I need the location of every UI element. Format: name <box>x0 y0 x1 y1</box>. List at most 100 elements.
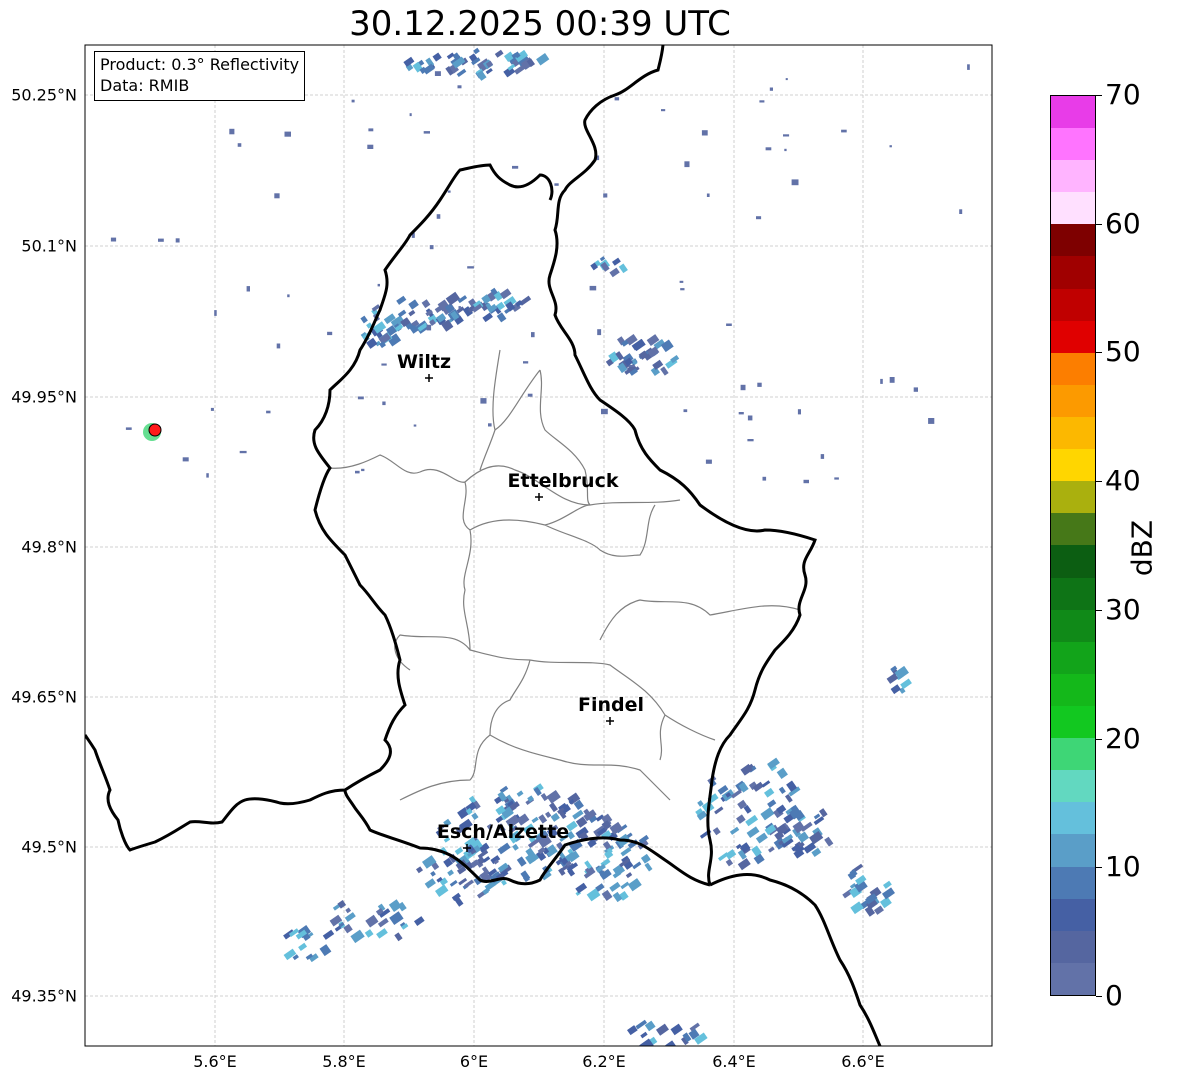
colorbar-label: dBZ <box>1125 519 1159 577</box>
colorbar-segment <box>1051 160 1095 193</box>
echo-speckle <box>762 476 767 481</box>
echo-speckle <box>726 323 732 326</box>
colorbar-segment <box>1051 481 1095 514</box>
colorbar-tick-mark <box>1096 738 1102 740</box>
echo-speckle <box>512 165 519 169</box>
echo-speckle <box>803 479 809 484</box>
colorbar-tick-label: 60 <box>1105 206 1141 240</box>
city-label-esch-alzette: Esch/Alzette <box>436 821 570 843</box>
lon-label-6-4: 6.4°E <box>712 1052 756 1071</box>
city-label-ettelbruck: Ettelbruck <box>507 470 619 492</box>
echo-speckle <box>210 407 214 411</box>
echo-speckle <box>110 237 117 242</box>
colorbar-segment <box>1051 128 1095 161</box>
radar-site-marker <box>148 423 162 437</box>
colorbar-segment <box>1051 513 1095 546</box>
colorbar-segment <box>1051 192 1095 225</box>
lat-label-49-8: 49.8°N <box>21 537 77 557</box>
echo-speckle <box>820 454 825 459</box>
colorbar-segment <box>1051 834 1095 867</box>
colorbar-tick-mark <box>1096 95 1102 96</box>
echo-speckle <box>683 409 688 413</box>
colorbar-segment <box>1051 95 1095 129</box>
echo-speckle <box>287 294 290 298</box>
colorbar-tick-mark <box>1096 223 1102 225</box>
echo-speckle <box>756 216 762 220</box>
echo-speckle <box>447 190 451 193</box>
echo-speckle <box>527 393 533 397</box>
echo-speckle <box>603 193 608 198</box>
echo-speckle <box>783 134 790 137</box>
echo-speckle <box>684 161 690 168</box>
colorbar-segment <box>1051 706 1095 739</box>
echo-speckle <box>381 363 387 366</box>
colorbar-segment <box>1051 384 1095 418</box>
colorbar-segment <box>1051 224 1095 257</box>
colorbar-tick-mark <box>1096 867 1102 869</box>
echo-speckle <box>409 113 412 117</box>
echo-speckle <box>125 427 132 430</box>
echo-speckle <box>706 193 710 197</box>
colorbar-segment <box>1051 417 1095 450</box>
colorbar-segment <box>1051 352 1095 385</box>
lon-label-5-8: 5.8°E <box>322 1052 366 1071</box>
city-label-wiltz: Wiltz <box>396 351 452 373</box>
echo-speckle <box>246 286 250 292</box>
echo-speckle <box>628 364 635 367</box>
echo-speckle <box>274 193 280 199</box>
echo-speckle <box>889 377 895 383</box>
echo-speckle <box>589 285 597 291</box>
colorbar <box>1050 95 1096 996</box>
echo-speckle <box>382 401 386 406</box>
colorbar-segment <box>1051 898 1095 931</box>
echo-speckle <box>182 457 189 462</box>
echo-speckle <box>361 468 365 472</box>
echo-speckle <box>913 387 918 392</box>
echo-speckle <box>458 306 461 310</box>
echo-speckle <box>229 128 235 135</box>
echo-speckle <box>423 131 430 134</box>
colorbar-segment <box>1051 288 1095 321</box>
echo-speckle <box>601 408 608 415</box>
echo-speckle <box>880 378 883 384</box>
radar-map <box>84 44 993 1047</box>
lat-label-50-25: 50.25°N <box>11 85 77 105</box>
lon-label-6-6: 6.6°E <box>841 1052 885 1071</box>
echo-speckle <box>928 418 935 424</box>
product-text: Product: 0.3° Reflectivity <box>100 55 300 74</box>
echo-speckle <box>747 415 753 421</box>
city-label-findel: Findel <box>577 694 645 716</box>
echo-speckle <box>701 130 708 136</box>
echo-speckle <box>523 361 529 364</box>
echo-speckle <box>614 97 620 101</box>
lat-label-49-95: 49.95°N <box>11 387 77 407</box>
echo-speckle <box>429 245 434 250</box>
colorbar-segment <box>1051 673 1095 707</box>
product-info-box: Product: 0.3° Reflectivity Data: RMIB <box>94 51 306 101</box>
colorbar-segment <box>1051 256 1095 289</box>
echo-speckle <box>769 87 773 91</box>
echo-speckle <box>889 145 892 148</box>
echo-speckle <box>367 144 374 149</box>
lat-label-50-1: 50.1°N <box>21 236 77 256</box>
echo-speckle <box>355 470 360 474</box>
colorbar-segment <box>1051 320 1095 353</box>
colorbar-tick-mark <box>1096 352 1102 354</box>
colorbar-tick-label: 10 <box>1105 850 1141 884</box>
echo-speckle <box>351 99 355 103</box>
echo-speckle <box>175 238 180 243</box>
colorbar-segment <box>1051 770 1095 803</box>
echo-speckle <box>434 71 441 76</box>
colorbar-segment <box>1051 866 1095 899</box>
echo-speckle <box>738 412 744 415</box>
echo-speckle <box>765 147 772 151</box>
echo-speckle <box>357 396 364 400</box>
echo-speckle <box>426 324 432 331</box>
echo-speckle <box>834 477 839 480</box>
echo-speckle <box>791 179 799 186</box>
echo-speckle <box>276 343 281 349</box>
echo-speckle <box>757 382 762 387</box>
echo-speckle <box>747 439 754 442</box>
echo-speckle <box>488 423 492 427</box>
colorbar-segment <box>1051 449 1095 482</box>
